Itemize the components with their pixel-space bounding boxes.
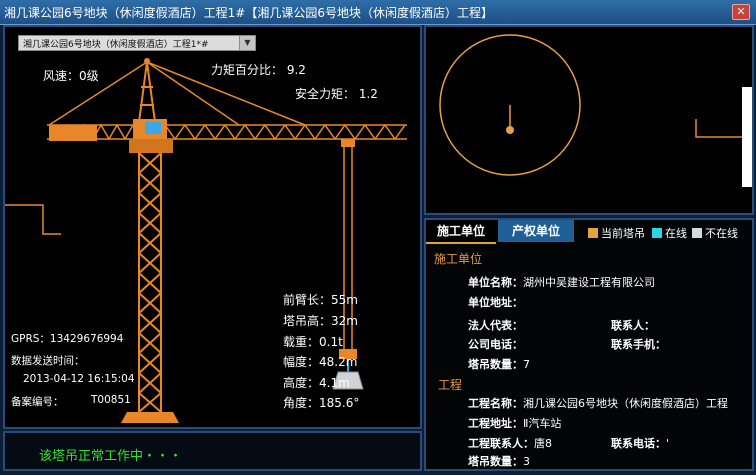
crane-status-text: 该塔吊正常工作中・・・ [39,449,183,464]
dial-pivot [506,126,514,134]
trolley [341,139,355,147]
load-weight: 载重：0.1t [283,335,343,349]
company-phone-row: 公司电话： [468,338,523,351]
unit-section-title: 施工单位 [434,252,483,266]
crane-view-panel: 湘几课公园6号地块（休闲度假酒店）工程1*# ▼ 风速：0级 力矩百分比： 9.… [3,25,422,429]
tab-construction-unit[interactable]: 施工单位 [426,220,496,244]
counterweight [49,125,97,141]
swatch-current [588,228,598,238]
crane-count-row: 塔吊数量：7 [468,358,530,371]
swatch-online [652,228,662,238]
tab-ownership-unit[interactable]: 产权单位 [498,220,574,242]
scroll-stub [742,87,752,187]
rotation-dial-panel [424,25,754,215]
info-panel: 施工单位 产权单位 当前塔吊 在线 不在线 施工单位 单位名称：湖州中吴建设工程… [424,218,754,471]
record-no: T00851 [91,394,131,406]
legal-rep-row: 法人代表： [468,319,523,332]
slew-dial [439,34,752,187]
crane-mast-head [138,61,156,123]
legend-online: 在线 [652,225,687,241]
torque-percent: 力矩百分比： 9.2 [211,63,306,77]
slew-angle: 角度：185.6° [283,396,360,410]
gprs-number: GPRS：13429676994 [11,333,124,345]
slewing-unit [129,139,173,153]
project-section-title: 工程 [438,378,463,392]
unit-address-row: 单位地址： [468,296,523,309]
unit-name-row: 单位名称：湖州中吴建设工程有限公司 [468,276,655,289]
wind-speed: 风速：0级 [43,69,99,83]
status-panel: 该塔吊正常工作中・・・ [3,431,422,471]
send-time: 2013-04-12 16:15:04 [23,373,135,385]
contact-row: 联系人： [611,319,655,332]
project-contact-row: 工程联系人：唐8 [468,437,552,450]
hook-height: 高度：4.1m [283,376,350,390]
crane-base [121,412,179,423]
crane-mast [137,152,163,413]
swatch-offline [692,228,702,238]
window-title: 湘几课公园6号地块（休闲度假酒店）工程1#【湘几课公园6号地块（休闲度假酒店）工… [4,6,493,20]
amplitude: 幅度：48.2m [283,355,358,369]
cab-window [145,122,161,134]
record-no-label: 备案编号： [11,396,64,408]
legend-current: 当前塔吊 [588,225,645,241]
mast-top-light [144,58,150,64]
project-crane-count-row: 塔吊数量：3 [468,455,530,468]
project-phone-row: 联系电话：' [611,437,670,450]
project-address-row: 工程地址：Ⅱ汽车站 [468,417,562,430]
front-arm-length: 前臂长：55m [283,293,358,307]
decor-line-left [5,204,61,235]
project-name-row: 工程名称：湘几课公园6号地块（休闲度假酒店）工程 [468,397,728,410]
contact-mobile-row: 联系手机： [611,338,666,351]
window-title-bar: 湘几课公园6号地块（休闲度假酒店）工程1#【湘几课公园6号地块（休闲度假酒店）工… [0,0,756,25]
send-time-label: 数据发送时间： [11,355,85,367]
tower-height: 塔吊高：32m [283,314,358,328]
safe-torque: 安全力矩： 1.2 [295,87,378,101]
close-button[interactable]: ✕ [732,4,750,20]
legend-offline: 不在线 [692,225,738,241]
info-tabs: 施工单位 产权单位 当前塔吊 在线 不在线 [426,220,752,244]
